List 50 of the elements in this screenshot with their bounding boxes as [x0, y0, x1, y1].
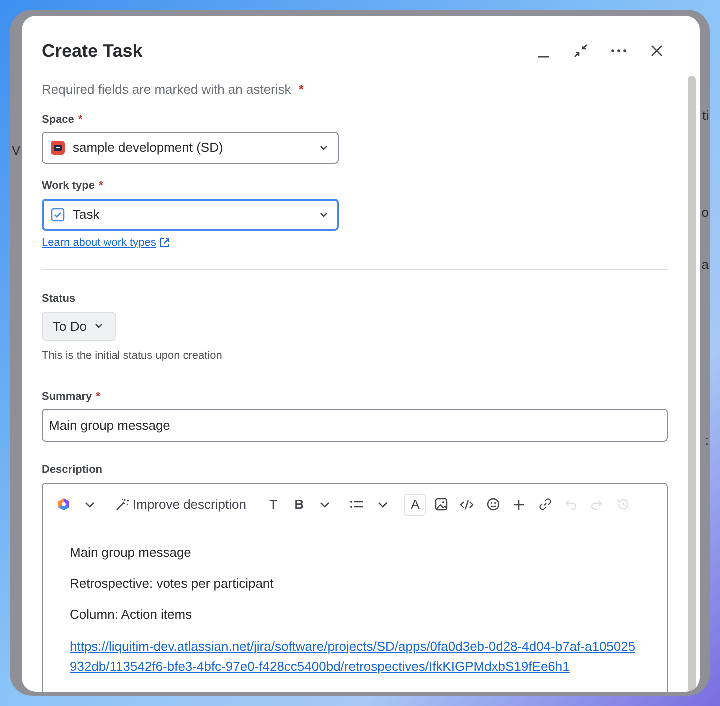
field-label: Work type	[42, 180, 95, 192]
list-icon	[350, 498, 364, 510]
description-link[interactable]: https://liquitim-dev.atlassian.net/jira/software/projects/SD/apps/0fa0d3eb-0d28-4d04-b7af-a105025932db/113542f6-bfe3-4bfc-97e0-f428cc5400bd/retrospectives/IfkKIGPMdxbS19fEe6h1	[70, 636, 640, 676]
history-icon	[616, 498, 630, 511]
magic-wand-icon	[115, 498, 129, 512]
required-marker: *	[298, 82, 304, 97]
field-label: Summary	[42, 390, 92, 402]
more-icon	[611, 49, 627, 53]
required-fields-note: Required fields are marked with an asterisk *	[42, 81, 305, 99]
dialog-title: Create Task	[42, 40, 144, 62]
undo-icon	[565, 498, 578, 510]
checkbox-icon	[51, 208, 65, 222]
background-text: V	[12, 142, 21, 160]
required-marker: *	[98, 180, 104, 192]
background-text: :	[705, 432, 709, 450]
work-type-select[interactable]: Task	[42, 198, 339, 230]
link-icon	[538, 498, 552, 511]
scrollbar[interactable]	[688, 76, 696, 692]
description-paragraph: Retrospective: votes per participant	[70, 574, 275, 592]
code-icon	[460, 498, 474, 510]
background-text: ti	[702, 107, 709, 125]
background-text: a	[702, 256, 709, 274]
description-paragraph: Column: Action items	[70, 606, 194, 622]
format-button[interactable]: T	[262, 494, 284, 516]
format-button[interactable]: A	[404, 494, 426, 516]
field-label: Description	[42, 464, 103, 476]
close-icon	[651, 45, 663, 57]
space-select[interactable]: sample development (SD)	[42, 132, 339, 164]
improve-description-button[interactable]: Improve description	[111, 494, 250, 516]
status-dropdown[interactable]: To Do	[42, 312, 116, 341]
redo-icon	[591, 498, 604, 510]
space-icon	[51, 141, 65, 155]
external-link-icon	[160, 238, 170, 248]
emoji-icon	[486, 498, 500, 511]
ai-logo-icon	[58, 498, 70, 511]
minimize-icon	[538, 56, 548, 58]
image-icon	[434, 498, 448, 511]
format-button[interactable]: B	[288, 494, 310, 516]
background-text: o	[702, 204, 709, 222]
field-label: Space	[42, 114, 74, 126]
summary-input[interactable]: Main group message	[42, 409, 668, 442]
description-editor[interactable]	[42, 482, 668, 692]
collapse-icon	[574, 44, 588, 58]
field-label: Status	[42, 293, 76, 305]
required-marker: *	[96, 390, 100, 402]
learn-link[interactable]: Learn about work types	[42, 234, 170, 251]
description-paragraph: Main group message	[70, 544, 192, 560]
helper-text: This is the initial status upon creation	[42, 349, 224, 364]
required-marker: *	[78, 114, 83, 126]
plus-icon	[513, 498, 526, 510]
